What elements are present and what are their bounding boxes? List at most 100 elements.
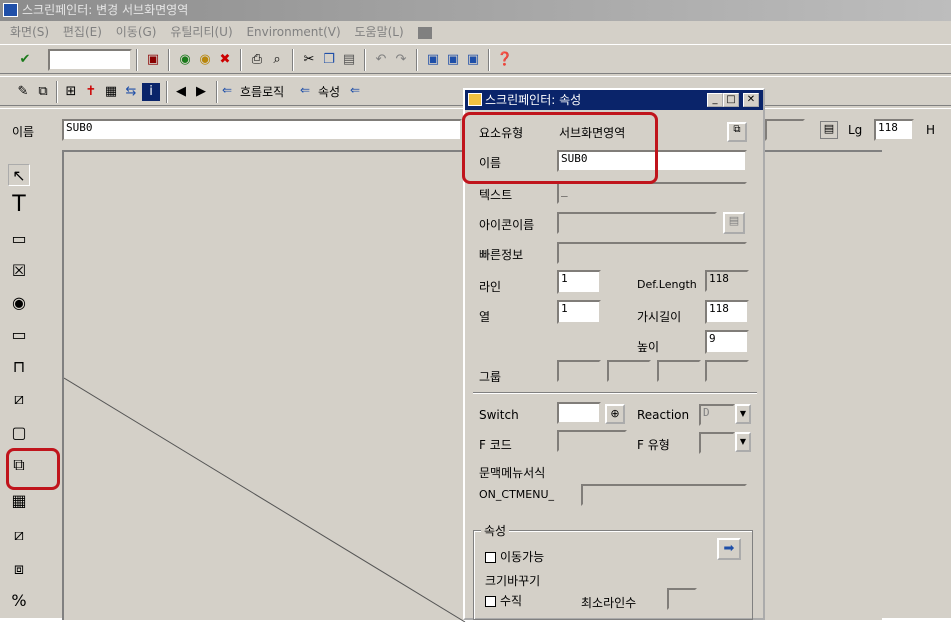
undo-icon[interactable]: ↶ [372, 51, 390, 69]
menu-utilities[interactable]: 유틸리티(U) [170, 25, 232, 39]
min-lines-input [667, 588, 697, 610]
movable-checkbox[interactable] [485, 552, 496, 563]
column-input[interactable]: 1 [557, 300, 601, 324]
column-label: 열 [479, 310, 491, 324]
element-type-icon[interactable]: ⧉ [727, 122, 747, 142]
find-icon[interactable]: ⌕ [268, 51, 286, 69]
layout-icon-3[interactable]: ▣ [464, 51, 482, 69]
copy-icon[interactable]: ❐ [320, 51, 338, 69]
back-icon[interactable]: ◉ [176, 51, 194, 69]
next-icon[interactable]: ▶ [192, 83, 210, 101]
pushbutton-icon[interactable]: ▭ [8, 324, 30, 346]
reaction-select[interactable]: D [699, 404, 735, 426]
table-icon[interactable]: ▤ [820, 121, 838, 139]
lg-input[interactable]: 118 [874, 119, 914, 141]
text-input: _ [557, 182, 747, 204]
menu-help[interactable]: 도움말(L) [355, 25, 404, 39]
line-label: 라인 [479, 280, 502, 294]
input-field-icon[interactable]: ▭ [8, 228, 30, 250]
def-length-input: 118 [705, 270, 749, 292]
command-field[interactable] [48, 49, 132, 71]
vertical-checkbox[interactable] [485, 596, 496, 607]
layout-icon-1[interactable]: ▣ [424, 51, 442, 69]
min-lines-label: 최소라인수 [581, 596, 637, 610]
menu-goto[interactable]: 이동(G) [116, 25, 157, 39]
checkbox-icon[interactable]: ☒ [8, 260, 30, 282]
switch-button-icon[interactable]: ⊕ [605, 404, 625, 424]
menu-environment[interactable]: Environment(V) [246, 25, 340, 39]
menu-edit[interactable]: 편집(E) [63, 25, 102, 39]
movable-checkbox-row[interactable]: 이동가능 [485, 548, 544, 565]
reaction-dropdown-icon[interactable]: ▼ [735, 404, 751, 424]
menu-screen[interactable]: 화면(S) [10, 25, 49, 39]
standard-toolbar: ✔ ▣ ◉ ◉ ✖ ⎙ ⌕ ✂ ❐ ▤ ↶ ↷ ▣ ▣ ▣ ❓ [0, 44, 951, 74]
box-icon[interactable]: ▢ [8, 422, 30, 444]
previous-icon[interactable]: ◀ [172, 83, 190, 101]
name-highlight [462, 112, 658, 184]
context-menu-label: 문맥메뉴서식 [479, 466, 546, 480]
grid-icon[interactable]: ▦ [102, 83, 120, 101]
pointer-icon[interactable]: ↖ [8, 164, 30, 186]
lg-label: Lg [848, 123, 863, 137]
element-toolbox: ↖ T ▭ ☒ ◉ ▭ ⊓ ⧄ ▢ ⧉ ▦ ⧄ ⧈ % [0, 150, 50, 618]
help-icon[interactable]: ❓ [496, 51, 514, 69]
close-icon[interactable]: ✕ [743, 93, 759, 107]
vertical-checkbox-row[interactable]: 수직 [485, 592, 522, 609]
paste-icon[interactable]: ▤ [340, 51, 358, 69]
table-control-icon[interactable]: ▦ [8, 490, 30, 512]
menu-bar: 화면(S) 편집(E) 이동(G) 유틸리티(U) Environment(V)… [0, 22, 951, 42]
menu-extra-icon[interactable] [417, 26, 432, 39]
fcode-input [557, 430, 627, 452]
switch-input[interactable] [557, 402, 601, 424]
group-input-2 [607, 360, 651, 382]
print-icon[interactable]: ⎙ [248, 51, 266, 69]
element-icon[interactable]: ✝ [82, 83, 100, 101]
visible-length-label: 가시길이 [637, 310, 682, 324]
height-label: 높이 [637, 340, 660, 354]
arrow-right-icon[interactable]: ➡ [717, 538, 741, 560]
maximize-icon[interactable]: □ [723, 93, 739, 107]
tabstrip-icon[interactable]: ⊓ [8, 356, 30, 378]
group-input-1 [557, 360, 601, 382]
context-menu-input[interactable] [581, 484, 747, 506]
custom-control-icon[interactable]: ⧈ [8, 558, 30, 580]
layout-icon-2[interactable]: ▣ [444, 51, 462, 69]
attributes-button[interactable]: 속성 [318, 83, 340, 100]
cancel-icon[interactable]: ✖ [216, 51, 234, 69]
enter-icon[interactable]: ✔ [16, 51, 34, 69]
window-title: 스크린페인터: 변경 서브화면영역 [22, 3, 189, 17]
table-wizard-icon[interactable]: ⧄ [8, 524, 30, 546]
cut-icon[interactable]: ✂ [300, 51, 318, 69]
redo-icon[interactable]: ↷ [392, 51, 410, 69]
visible-length-input[interactable]: 118 [705, 300, 749, 324]
flow-logic-button[interactable]: 흐름로직 [240, 83, 284, 100]
ftype-select[interactable] [699, 432, 735, 454]
divider [473, 392, 757, 394]
hierarchy-icon[interactable]: ⊞ [62, 83, 80, 101]
dialog-app-icon [468, 93, 482, 106]
more-arrow-icon[interactable]: ⇐ [350, 83, 360, 97]
tabstrip-wizard-icon[interactable]: ⧄ [8, 388, 30, 410]
resize-label: 크기바꾸기 [485, 574, 541, 588]
height-input[interactable]: 9 [705, 330, 749, 354]
name-bar-input[interactable]: SUB0 [62, 119, 462, 141]
icon-name-label: 아이콘이름 [479, 218, 535, 232]
exit-icon[interactable]: ◉ [196, 51, 214, 69]
ftype-dropdown-icon[interactable]: ▼ [735, 432, 751, 452]
line-input[interactable]: 1 [557, 270, 601, 294]
radio-button-icon[interactable]: ◉ [8, 292, 30, 314]
attributes-arrow-icon: ⇐ [300, 83, 311, 97]
status-icon[interactable]: % [8, 590, 30, 612]
ftype-label: F 유형 [637, 438, 670, 452]
icon-list-icon[interactable]: ▤ [723, 212, 745, 234]
text-field-icon[interactable]: T [8, 194, 30, 216]
info-icon[interactable]: i [142, 83, 160, 101]
save-icon[interactable]: ▣ [144, 51, 162, 69]
other-screen-icon[interactable]: ✎ [14, 83, 32, 101]
minimize-icon[interactable]: _ [707, 93, 723, 107]
object-list-icon[interactable]: ⧉ [34, 83, 52, 101]
attributes-group-title: 속성 [481, 522, 510, 539]
h-label: H [926, 123, 936, 137]
def-length-label: Def.Length [637, 278, 697, 291]
dict-fields-icon[interactable]: ⇆ [122, 83, 140, 101]
